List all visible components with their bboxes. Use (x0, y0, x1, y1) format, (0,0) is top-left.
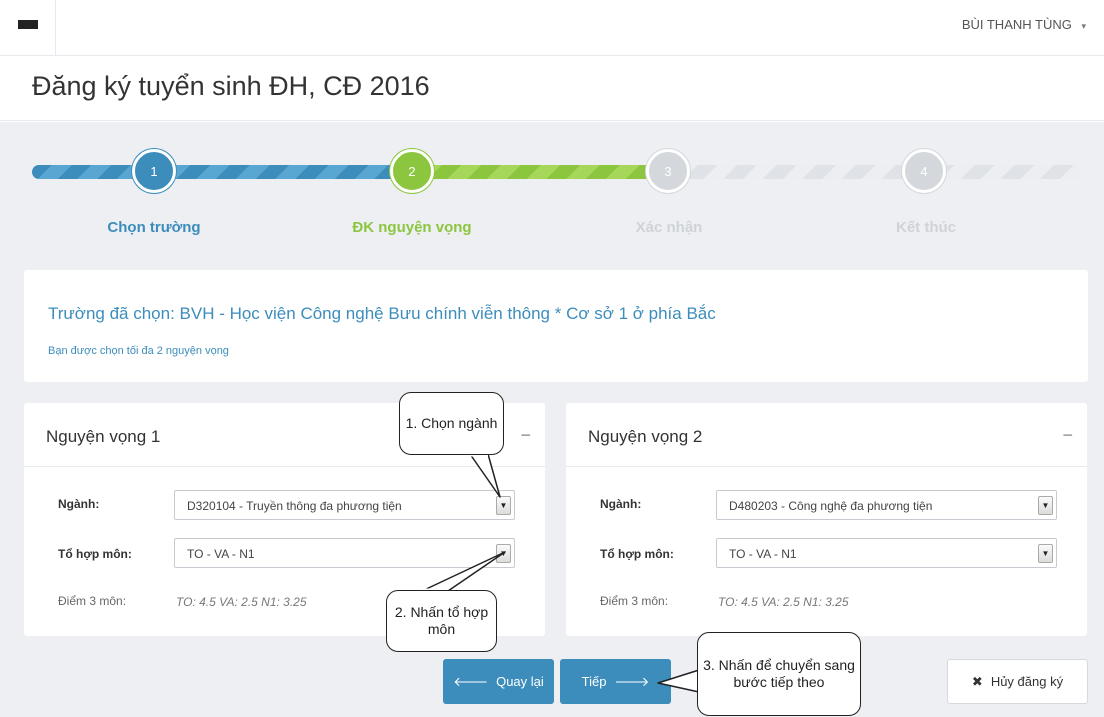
page-title: Đăng ký tuyển sinh ĐH, CĐ 2016 (32, 71, 430, 101)
combo-select-value: TO - VA - N1 (187, 547, 255, 561)
choice-panel-2: Nguyện vọng 2 − Ngành: D480203 - Công ng… (566, 403, 1087, 636)
choice-panel-title: Nguyện vọng 2 (588, 427, 703, 446)
step-3-label: Xác nhận (635, 219, 703, 236)
title-bar: Đăng ký tuyển sinh ĐH, CĐ 2016 (0, 57, 1104, 121)
annotation-callout-2: 2. Nhấn tổ hợp môn (386, 590, 497, 652)
annotation-callout-1: 1. Chọn ngành (399, 392, 504, 455)
annotation-callout-3: 3. Nhấn để chuyển sang bước tiếp theo (697, 632, 861, 716)
arrow-left-icon: 🡐 (453, 673, 489, 689)
step-3-circle: 3 (646, 149, 690, 193)
arrow-right-icon: 🡒 (614, 673, 650, 689)
major-select-value: D480203 - Công nghệ đa phương tiện (729, 499, 933, 513)
progress-track-done (32, 165, 402, 179)
menu-toggle-button[interactable] (0, 0, 56, 56)
score-value: TO: 4.5 VA: 2.5 N1: 3.25 (718, 595, 849, 609)
major-label: Ngành: (58, 497, 100, 511)
caret-down-icon: ▾ (1081, 21, 1086, 31)
score-value: TO: 4.5 VA: 2.5 N1: 3.25 (176, 595, 307, 609)
combo-select-value: TO - VA - N1 (729, 547, 797, 561)
user-name: BÙI THANH TÙNG (961, 17, 1072, 32)
combo-select[interactable]: TO - VA - N1 ▼ (174, 538, 515, 568)
top-navbar: BÙI THANH TÙNG ▾ (0, 0, 1104, 56)
cancel-registration-button[interactable]: ✖ Hủy đăng ký (947, 659, 1088, 704)
collapse-icon[interactable]: − (520, 425, 531, 446)
combo-select[interactable]: TO - VA - N1 ▼ (716, 538, 1057, 568)
choice-panel-header: Nguyện vọng 2 − (566, 403, 1087, 467)
step-1-circle[interactable]: 1 (132, 149, 176, 193)
next-button-label: Tiếp (581, 674, 607, 689)
selected-school-panel: Trường đã chọn: BVH - Học viện Công nghệ… (24, 270, 1088, 382)
back-button-label: Quay lại (496, 674, 544, 689)
next-button[interactable]: Tiếp 🡒 (560, 659, 671, 704)
hamburger-icon (17, 20, 38, 36)
step-1-label[interactable]: Chọn trường (64, 219, 244, 236)
chevron-down-icon[interactable]: ▼ (1038, 544, 1053, 563)
user-menu[interactable]: BÙI THANH TÙNG ▾ (962, 17, 1086, 32)
chevron-down-icon[interactable]: ▼ (1038, 496, 1053, 515)
score-label: Điểm 3 môn: (600, 594, 669, 608)
max-choices-note: Bạn được chọn tối đa 2 nguyện vọng (48, 345, 229, 357)
progress-track-active (402, 165, 658, 179)
progress-track-pending (658, 165, 1082, 179)
selected-school-text: Trường đã chọn: BVH - Học viện Công nghệ… (48, 304, 716, 323)
combo-label: Tổ hợp môn: (58, 547, 132, 561)
major-select-value: D320104 - Truyền thông đa phương tiện (187, 499, 402, 513)
step-4-circle: 4 (902, 149, 946, 193)
score-label: Điểm 3 môn: (58, 594, 127, 608)
major-label: Ngành: (600, 497, 642, 511)
major-select[interactable]: D320104 - Truyền thông đa phương tiện ▼ (174, 490, 515, 520)
step-4-label: Kết thúc (896, 219, 956, 236)
combo-label: Tổ hợp môn: (600, 547, 674, 561)
chevron-down-icon[interactable]: ▼ (496, 496, 511, 515)
choice-panel-title: Nguyện vọng 1 (46, 427, 161, 446)
cancel-button-label: Hủy đăng ký (990, 674, 1064, 689)
close-icon: ✖ (971, 673, 983, 689)
step-2-label[interactable]: ĐK nguyện vọng (322, 219, 502, 236)
major-select[interactable]: D480203 - Công nghệ đa phương tiện ▼ (716, 490, 1057, 520)
step-2-circle[interactable]: 2 (390, 149, 434, 193)
back-button[interactable]: 🡐 Quay lại (443, 659, 554, 704)
collapse-icon[interactable]: − (1062, 425, 1073, 446)
chevron-down-icon[interactable]: ▼ (496, 544, 511, 563)
